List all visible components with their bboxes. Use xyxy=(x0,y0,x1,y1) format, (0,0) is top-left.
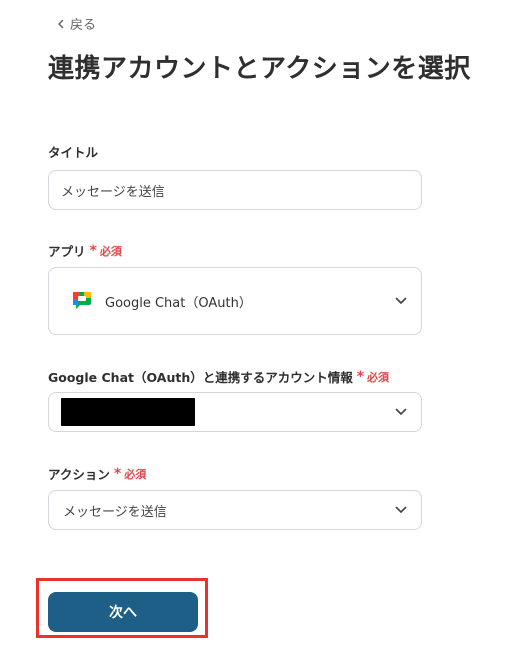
action-select-value: メッセージを送信 xyxy=(63,504,167,520)
chevron-down-icon xyxy=(395,506,407,513)
title-label-text: タイトル xyxy=(48,145,99,160)
asterisk-icon: * xyxy=(89,242,97,259)
title-input-value: メッセージを送信 xyxy=(61,184,165,200)
google-chat-icon xyxy=(73,292,91,309)
action-field-label: アクション * 必須 xyxy=(48,464,146,483)
page: 戻る 連携アカウントとアクションを選択 タイトル メッセージを送信 アプリ * … xyxy=(0,0,508,653)
next-button[interactable]: 次へ xyxy=(48,592,198,632)
page-title: 連携アカウントとアクションを選択 xyxy=(48,54,471,84)
title-input[interactable]: メッセージを送信 xyxy=(48,170,422,210)
required-text: 必須 xyxy=(367,370,390,384)
app-label-text: アプリ xyxy=(48,244,86,259)
account-field-label: Google Chat（OAuth）と連携するアカウント情報 * 必須 xyxy=(48,367,389,386)
app-field-label: アプリ * 必須 xyxy=(48,241,122,260)
required-badge: * 必須 xyxy=(357,369,389,385)
chevron-down-icon xyxy=(395,408,407,415)
back-link[interactable]: 戻る xyxy=(56,14,96,33)
chevron-down-icon xyxy=(395,297,407,304)
required-text: 必須 xyxy=(124,467,147,481)
required-badge: * 必須 xyxy=(90,243,122,259)
app-select[interactable]: Google Chat（OAuth） xyxy=(48,267,422,335)
required-badge: * 必須 xyxy=(114,466,146,482)
app-select-value: Google Chat（OAuth） xyxy=(105,295,252,311)
title-field-label: タイトル xyxy=(48,142,98,161)
action-label-text: アクション xyxy=(48,467,110,482)
action-select[interactable]: メッセージを送信 xyxy=(48,490,422,530)
required-text: 必須 xyxy=(99,244,122,258)
asterisk-icon: * xyxy=(113,465,122,482)
back-label: 戻る xyxy=(70,18,97,33)
asterisk-icon: * xyxy=(356,368,365,385)
chevron-left-icon xyxy=(58,19,64,28)
account-label-text: Google Chat（OAuth）と連携するアカウント情報 xyxy=(48,370,353,385)
redacted-account-name xyxy=(61,398,195,426)
account-select[interactable] xyxy=(48,392,422,432)
